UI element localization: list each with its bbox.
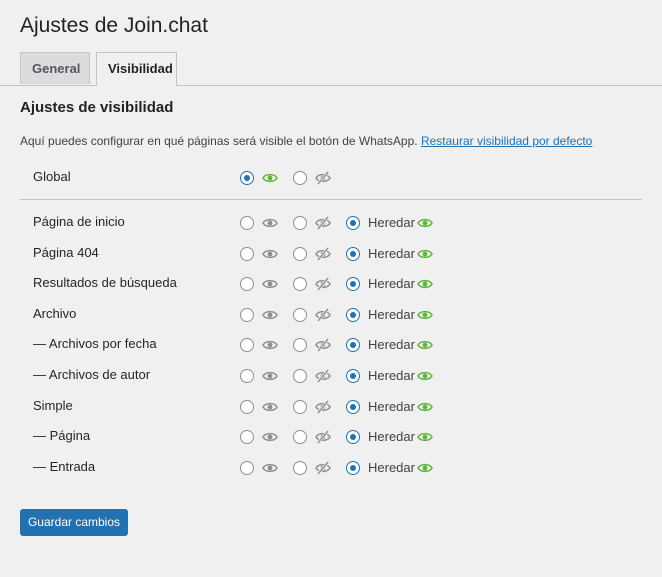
eye-slash-icon	[315, 369, 331, 383]
inherit-radio[interactable]	[346, 460, 360, 475]
row-label: — Página	[33, 428, 91, 444]
visibility-row: — Archivos por fecha Heredar	[0, 332, 662, 358]
eye-slash-icon	[315, 216, 331, 230]
inherit-radio[interactable]	[346, 369, 360, 383]
row-label: Archivo	[33, 305, 77, 321]
visibility-row: Página de inicio Heredar	[0, 210, 662, 236]
eye-icon	[417, 369, 433, 383]
visibility-row: Página 404 Heredar	[0, 241, 662, 267]
show-radio[interactable]	[240, 430, 254, 445]
eye-icon	[417, 308, 433, 322]
eye-icon	[262, 277, 278, 291]
visibility-row: Resultados de búsqueda Heredar	[0, 271, 662, 297]
eye-slash-icon	[315, 277, 331, 292]
eye-icon	[262, 400, 278, 414]
reset-visibility-link[interactable]: Restaurar visibilidad por defecto	[421, 134, 592, 148]
inherit-label: Heredar	[368, 245, 415, 261]
show-radio[interactable]	[240, 277, 254, 292]
eye-icon	[417, 430, 433, 444]
eye-icon	[262, 247, 278, 261]
inherit-label: Heredar	[368, 459, 415, 475]
inherit-radio[interactable]	[346, 277, 360, 292]
visibility-row: — Página Heredar	[0, 424, 662, 450]
hide-radio[interactable]	[293, 246, 307, 261]
save-button[interactable]: Guardar cambios	[20, 509, 128, 536]
hide-radio[interactable]	[293, 369, 307, 383]
eye-icon	[417, 461, 433, 475]
inherit-label: Heredar	[368, 276, 415, 292]
inherit-radio[interactable]	[346, 307, 360, 322]
hide-radio[interactable]	[293, 460, 307, 475]
inherit-label: Heredar	[368, 306, 415, 322]
show-radio[interactable]	[240, 399, 254, 414]
inherit-label: Heredar	[368, 215, 415, 230]
eye-icon	[417, 338, 433, 352]
eye-icon	[417, 277, 433, 291]
hide-radio[interactable]	[293, 216, 307, 230]
show-radio[interactable]	[240, 369, 254, 383]
eye-slash-icon	[315, 307, 331, 322]
tab-general[interactable]: General	[20, 52, 90, 84]
eye-slash-icon	[315, 430, 331, 445]
section-title: Ajustes de visibilidad	[20, 99, 174, 116]
row-label: Página de inicio	[33, 214, 125, 229]
page-title: Ajustes de Join.chat	[20, 14, 208, 37]
eye-icon	[262, 461, 278, 475]
eye-icon	[262, 171, 278, 185]
visibility-row: — Archivos de autor Heredar	[0, 363, 662, 389]
eye-icon	[262, 338, 278, 352]
eye-icon	[417, 247, 433, 261]
eye-icon	[417, 216, 433, 230]
inherit-label: Heredar	[368, 368, 415, 383]
eye-slash-icon	[315, 399, 331, 414]
tab-bar: General Visibilidad	[0, 52, 662, 86]
inherit-radio[interactable]	[346, 430, 360, 445]
hide-radio[interactable]	[293, 307, 307, 322]
visibility-row: Global	[0, 165, 662, 191]
eye-slash-icon	[315, 338, 331, 353]
inherit-label: Heredar	[368, 429, 415, 445]
separator	[20, 199, 642, 200]
inherit-label: Heredar	[368, 398, 415, 414]
eye-slash-icon	[315, 171, 331, 185]
row-label: Global	[33, 169, 71, 184]
hide-radio[interactable]	[293, 399, 307, 414]
eye-icon	[417, 400, 433, 414]
visibility-row: Simple Heredar	[0, 394, 662, 420]
eye-icon	[262, 308, 278, 322]
eye-icon	[262, 430, 278, 444]
eye-slash-icon	[315, 460, 331, 475]
inherit-label: Heredar	[368, 337, 415, 353]
description-text: Aquí puedes configurar en qué páginas se…	[20, 134, 418, 148]
inherit-radio[interactable]	[346, 399, 360, 414]
inherit-radio[interactable]	[346, 216, 360, 230]
show-radio[interactable]	[240, 460, 254, 475]
inherit-radio[interactable]	[346, 246, 360, 261]
visibility-row: Archivo Heredar	[0, 302, 662, 328]
show-radio[interactable]	[240, 171, 254, 185]
hide-radio[interactable]	[293, 171, 307, 185]
hide-radio[interactable]	[293, 430, 307, 445]
hide-radio[interactable]	[293, 338, 307, 353]
eye-slash-icon	[315, 246, 331, 261]
row-label: Simple	[33, 397, 73, 413]
show-radio[interactable]	[240, 338, 254, 353]
hide-radio[interactable]	[293, 277, 307, 292]
tab-visibilidad[interactable]: Visibilidad	[96, 52, 177, 86]
row-label: — Archivos por fecha	[33, 336, 157, 352]
inherit-radio[interactable]	[346, 338, 360, 353]
show-radio[interactable]	[240, 246, 254, 261]
section-description: Aquí puedes configurar en qué páginas se…	[20, 134, 592, 148]
row-label: Resultados de búsqueda	[33, 275, 177, 291]
visibility-row: — Entrada Heredar	[0, 455, 662, 481]
show-radio[interactable]	[240, 307, 254, 322]
row-label: — Archivos de autor	[33, 367, 151, 382]
eye-icon	[262, 216, 278, 230]
show-radio[interactable]	[240, 216, 254, 230]
eye-icon	[262, 369, 278, 383]
row-label: Página 404	[33, 244, 99, 260]
row-label: — Entrada	[33, 458, 96, 474]
